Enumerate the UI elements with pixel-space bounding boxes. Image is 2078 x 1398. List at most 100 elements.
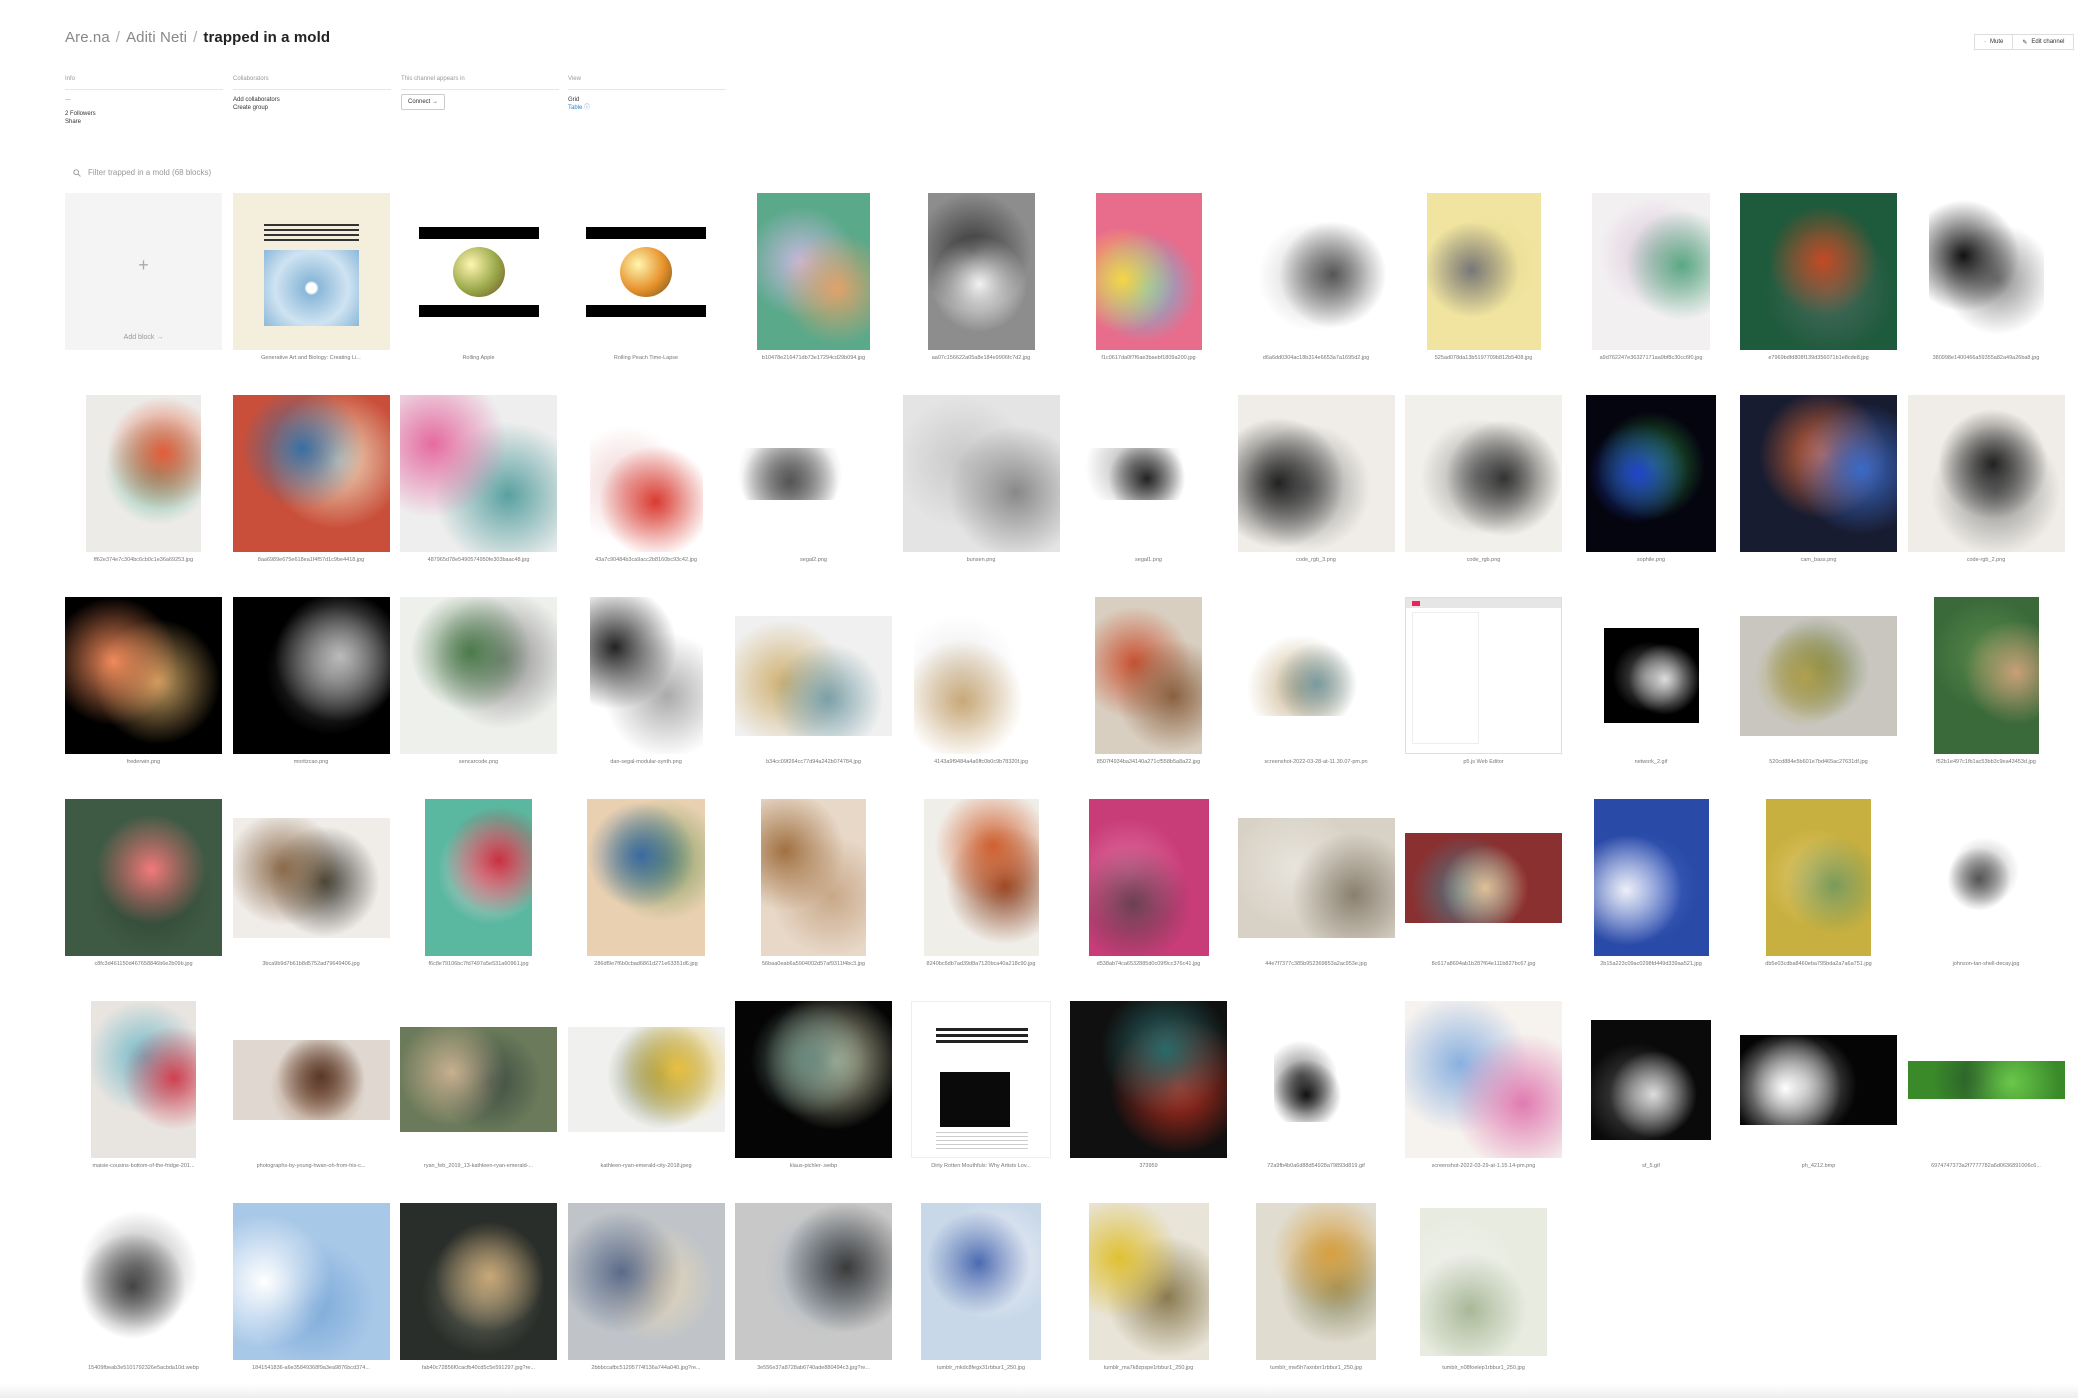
page-title[interactable]: trapped in a mold — [203, 29, 330, 46]
block-caption[interactable]: 15409fbeab3e5101792326e5acbda10d.webp — [65, 1365, 222, 1371]
block-caption[interactable]: 380998e1400466a59355a82a49a26ba8.jpg — [1908, 355, 2065, 361]
block-caption[interactable]: segal1.png — [1070, 557, 1227, 563]
block-caption[interactable]: Generative Art and Biology: Creating Li.… — [233, 355, 390, 361]
block-thumbnail[interactable] — [1426, 193, 1541, 350]
block-tile[interactable]: screenshot-2022-03-28-at-11.30.07-pm.pn — [1237, 597, 1395, 787]
block-caption[interactable]: 8c617a8694ab1b287f64e111b827bc67.jpg — [1405, 961, 1562, 967]
block-thumbnail[interactable] — [761, 799, 866, 956]
block-caption[interactable]: Rolling Peach Time-Lapse — [568, 355, 725, 361]
block-tile[interactable]: Dirty Rotten Mouthfuls: Why Artists Lov.… — [903, 1001, 1060, 1191]
block-caption[interactable]: f6c8e79106bc7fd7497a5e531a60961.jpg — [400, 961, 557, 967]
block-thumbnail[interactable] — [400, 395, 557, 552]
block-caption[interactable]: tumblr_mkdc8fegx31rbbur1_250.jpg — [903, 1365, 1060, 1371]
block-thumbnail[interactable] — [1405, 597, 1562, 754]
block-tile[interactable]: d538ab74ca6532885d0c09f9cc376c41.jpg — [1070, 799, 1227, 989]
block-tile[interactable]: 15409fbeab3e5101792326e5acbda10d.webp — [65, 1203, 222, 1393]
share-link[interactable]: Share — [65, 118, 225, 126]
block-tile[interactable]: 1841541836-a6e35849368f9a3ea9876bcd374..… — [232, 1203, 390, 1393]
block-tile[interactable]: d6a6dd0304ac18b314e6653a7a1695d2.jpg — [1238, 193, 1395, 383]
block-tile[interactable]: code_rgb_3.png — [1237, 395, 1395, 585]
block-tile[interactable]: Rolling Apple — [400, 193, 557, 383]
block-tile[interactable]: 525ad078da13b5197709b812b5408.jpg — [1405, 193, 1562, 383]
block-caption[interactable]: tumblr_ma7k8zpspe1rbbur1_250.jpg — [1070, 1365, 1227, 1371]
block-thumbnail[interactable] — [735, 615, 892, 736]
block-tile[interactable]: 380998e1400466a59355a82a49a26ba8.jpg — [1908, 193, 2065, 383]
block-tile[interactable]: 8aa6989e675e618ea1f4f57d1c9be4418.jpg — [232, 395, 390, 585]
block-thumbnail[interactable] — [567, 1203, 725, 1360]
block-tile[interactable]: ph_4212.bmp — [1740, 1001, 1897, 1191]
block-tile[interactable]: 2bbbccafbc51295774f136a744a040.jpg?re... — [567, 1203, 725, 1393]
block-thumbnail[interactable] — [1586, 395, 1716, 552]
block-thumbnail[interactable] — [1095, 597, 1202, 754]
block-tile[interactable]: tumblr_n08foelep1rbbur1_250.jpg — [1405, 1203, 1562, 1393]
block-thumbnail[interactable] — [1603, 628, 1699, 723]
block-caption[interactable]: 286df9e7f6b0cbad6861d271e63351d6.jpg — [568, 961, 725, 967]
filter-bar[interactable]: Filter trapped in a mold (68 blocks) — [73, 168, 211, 177]
block-tile[interactable]: b10478e216471db73e17294cd29b094.jpg — [735, 193, 892, 383]
breadcrumb-user[interactable]: Aditi Neti — [126, 29, 187, 46]
block-thumbnail[interactable] — [1237, 395, 1395, 552]
block-thumbnail[interactable] — [425, 799, 532, 956]
block-thumbnail[interactable] — [757, 193, 870, 350]
block-thumbnail[interactable] — [1907, 395, 2065, 552]
block-caption[interactable]: moritzcao.png — [233, 759, 390, 765]
block-caption[interactable]: 43a7c90484b3ca9acc2b8160bc93c42.jpg — [568, 557, 725, 563]
block-tile[interactable]: sophile.png — [1573, 395, 1730, 585]
block-thumbnail[interactable] — [927, 193, 1035, 350]
block-thumbnail[interactable] — [232, 817, 390, 938]
block-tile[interactable]: e7969bdfd808f139d356071b1e8cde8.jpg — [1740, 193, 1897, 383]
block-tile[interactable]: bunsen.png — [902, 395, 1060, 585]
followers-link[interactable]: 2 Followers — [65, 110, 225, 118]
block-tile[interactable]: screenshot-2022-03-29-at-1.15.14-pm.png — [1405, 1001, 1562, 1191]
block-caption[interactable]: b34cc09f264cc77d94a242b074784.jpg — [735, 759, 892, 765]
block-tile[interactable]: Generative Art and Biology: Creating Li.… — [232, 193, 390, 383]
block-caption[interactable]: sf_5.gif — [1573, 1163, 1730, 1169]
block-thumbnail[interactable] — [1237, 817, 1395, 938]
block-caption[interactable]: 1841541836-a6e35849368f9a3ea9876bcd374..… — [233, 1365, 390, 1371]
block-thumbnail[interactable] — [232, 597, 390, 754]
block-tile[interactable]: 56baa0eab6a5904002d57af9311f4bc3.jpg — [735, 799, 892, 989]
block-tile[interactable]: 8507f4934ba34140a271cf558b5a8a22.jpg — [1070, 597, 1227, 787]
block-caption[interactable]: dan-segal-modular-synth.png — [568, 759, 725, 765]
add-collaborators-link[interactable]: Add collaborators — [233, 96, 393, 104]
block-caption[interactable]: sophile.png — [1573, 557, 1730, 563]
block-tile[interactable]: 8240bc6db7ad39d8a7120bca40a218c90.jpg — [903, 799, 1060, 989]
block-thumbnail[interactable] — [1593, 799, 1709, 956]
block-thumbnail[interactable] — [1088, 1203, 1209, 1360]
block-caption[interactable]: e7969bdfd808f139d356071b1e8cde8.jpg — [1740, 355, 1897, 361]
block-thumbnail[interactable] — [1256, 1203, 1376, 1360]
block-tile[interactable]: a9d762247e36327171aa9bf8c30cc6f0.jpg — [1573, 193, 1730, 383]
block-caption[interactable]: ff62e374e7c304bc6cb0c1e36a69253.jpg — [65, 557, 222, 563]
block-thumbnail[interactable] — [1938, 835, 2034, 920]
block-caption[interactable]: fab40c72856f0cacfb40cd5c5e591297.jpg?re.… — [400, 1365, 557, 1371]
block-thumbnail[interactable] — [1740, 615, 1897, 736]
block-tile[interactable]: f6c8e79106bc7fd7497a5e531a60961.jpg — [400, 799, 557, 989]
block-thumbnail[interactable] — [1095, 193, 1202, 350]
block-tile[interactable]: 8c617a8694ab1b287f64e111b827bc67.jpg — [1405, 799, 1562, 989]
block-tile[interactable]: frederwin.png — [65, 597, 222, 787]
block-tile[interactable]: aa07c156622a05a8e184e9906fc7d2.jpg — [903, 193, 1060, 383]
block-thumbnail[interactable] — [913, 597, 1049, 754]
block-tile[interactable]: kathleen-ryan-emerald-city-2018.jpeg — [567, 1001, 725, 1191]
block-tile[interactable]: segal2.png — [735, 395, 892, 585]
block-tile[interactable]: photographs-by-young-hwan-oh-from-his-c.… — [232, 1001, 390, 1191]
block-thumbnail[interactable] — [232, 1203, 390, 1360]
breadcrumb-site[interactable]: Are.na — [65, 29, 110, 46]
block-thumbnail[interactable] — [65, 799, 222, 956]
block-caption[interactable]: 525ad078da13b5197709b812b5408.jpg — [1405, 355, 1562, 361]
block-tile[interactable]: 2b15a223c09ac0298fd449d339aa521.jpg — [1573, 799, 1730, 989]
block-thumbnail[interactable] — [232, 395, 390, 552]
block-thumbnail[interactable] — [400, 1203, 557, 1360]
block-tile[interactable]: fab40c72856f0cacfb40cd5c5e591297.jpg?re.… — [400, 1203, 557, 1393]
block-tile[interactable]: 44e7f7377c385b952369853a2ac953e.jpg — [1237, 799, 1395, 989]
block-caption[interactable]: p5.js Web Editor — [1405, 759, 1562, 765]
block-caption[interactable]: db5e03cdba8460eba795bda2a7a6a751.jpg — [1740, 961, 1897, 967]
block-thumbnail[interactable] — [1591, 1019, 1711, 1140]
block-thumbnail[interactable] — [589, 597, 703, 754]
block-thumbnail[interactable] — [65, 1209, 222, 1354]
add-block-tile[interactable]: + Add block → — [65, 193, 222, 383]
block-thumbnail[interactable] — [1592, 193, 1710, 350]
block-thumbnail[interactable] — [1420, 1207, 1547, 1356]
block-thumbnail[interactable] — [1405, 395, 1562, 552]
block-caption[interactable]: 2b15a223c09ac0298fd449d339aa521.jpg — [1573, 961, 1730, 967]
